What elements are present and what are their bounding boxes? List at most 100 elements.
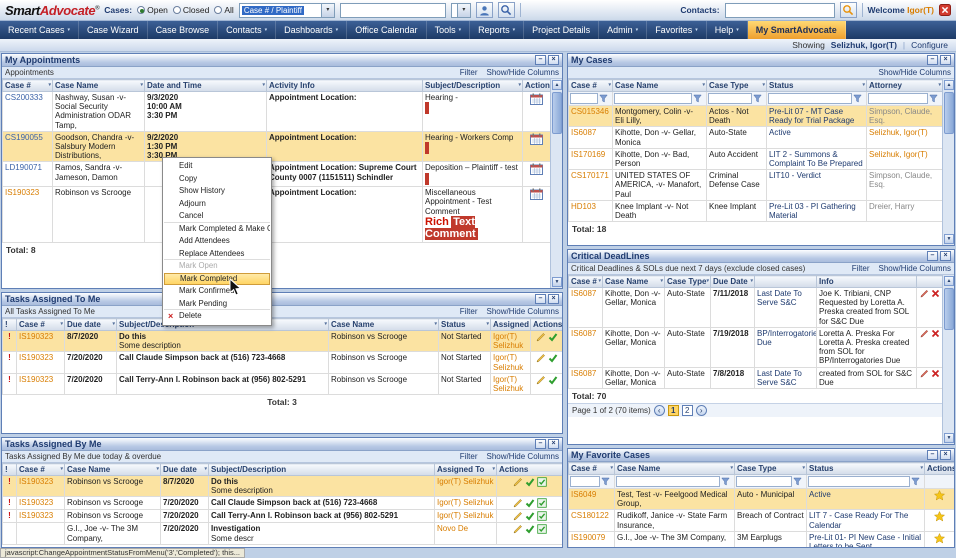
column-header-case-number[interactable]: Case #: [16, 463, 65, 476]
menu-item[interactable]: Office Calendar ▾: [347, 21, 427, 39]
appointment-row[interactable]: CS190055 Goodson, Chandra -v- Salsbury M…: [2, 130, 551, 163]
column-header-activity-info[interactable]: Activity Info: [266, 79, 423, 92]
filter-input[interactable]: [570, 476, 600, 487]
page-1-button[interactable]: 1: [667, 404, 679, 416]
search-type-select[interactable]: Case # / Plaintiff ▾: [238, 2, 335, 18]
edit-task-icon[interactable]: [513, 498, 523, 508]
favorite-star-icon[interactable]: [934, 490, 945, 501]
approve-task-icon[interactable]: [536, 511, 547, 522]
case-number-link[interactable]: CS180122: [571, 511, 609, 520]
task-row[interactable]: ! IS190323 Robinson vs Scrooge 7/20/2020…: [2, 496, 562, 511]
close-icon[interactable]: ×: [940, 450, 951, 460]
menu-item[interactable]: Case Browse ▾: [148, 21, 219, 39]
delete-deadline-icon[interactable]: [931, 369, 940, 378]
logout-icon[interactable]: [939, 4, 951, 16]
column-header-assigned[interactable]: Assigned: [490, 318, 531, 331]
prev-page-icon[interactable]: ‹: [653, 404, 665, 416]
column-header-due-date[interactable]: Due date: [64, 318, 117, 331]
showing-user-dropdown[interactable]: Selizhuk, Igor(T): [831, 40, 897, 50]
minimize-icon[interactable]: –: [535, 294, 546, 304]
minimize-icon[interactable]: –: [927, 55, 938, 65]
column-header-deadline[interactable]: [754, 275, 817, 288]
appointment-row[interactable]: CS200333 Nashway, Susan -v- Social Secur…: [2, 91, 551, 132]
showhide-columns-link[interactable]: Show/Hide Columns: [487, 307, 559, 316]
scroll-down-icon[interactable]: ▼: [944, 433, 954, 443]
appointment-row[interactable]: LD190071 Ramos, Sandra -v- Jameson, Damo…: [2, 161, 551, 188]
column-header-case-type[interactable]: Case Type: [734, 462, 807, 475]
context-menu-item[interactable]: Mark Completed: [164, 272, 270, 285]
column-header-assigned-to[interactable]: Assigned To: [434, 463, 497, 476]
case-row[interactable]: CS015346 Montgomery, Colin -v- Eli Lilly…: [568, 104, 943, 128]
filter-funnel-icon[interactable]: [911, 477, 920, 486]
edit-deadline-icon[interactable]: [920, 369, 929, 378]
showhide-columns-link[interactable]: Show/Hide Columns: [487, 452, 559, 461]
context-menu-item[interactable]: Mark Confirmed: [164, 285, 270, 298]
edit-task-icon[interactable]: [536, 332, 546, 342]
filter-link[interactable]: Filter: [852, 264, 870, 273]
column-header-action[interactable]: Action: [522, 79, 551, 92]
task-row[interactable]: ! IS190323 7/20/2020 Call Claude Simpson…: [2, 351, 562, 374]
menu-item[interactable]: My SmartAdvocate ▾: [747, 21, 846, 39]
case-number-link[interactable]: IS190323: [19, 511, 53, 520]
favorite-case-row[interactable]: IS190079 G.I., Joe -v- The 3M Company, 3…: [568, 530, 954, 547]
column-header-status[interactable]: Status: [438, 318, 491, 331]
task-row[interactable]: G.I., Joe -v- The 3M Company, 7/20/2020 …: [2, 522, 562, 545]
filter-input[interactable]: [736, 476, 792, 487]
scroll-up-icon[interactable]: ▲: [944, 80, 954, 90]
menu-item[interactable]: Reports ▾: [470, 21, 525, 39]
case-number-link[interactable]: CS200333: [5, 93, 43, 102]
column-header-actions[interactable]: Actions: [924, 462, 954, 475]
case-row[interactable]: IS170169 Kihotte, Don -v- Bad, Person Au…: [568, 147, 943, 171]
contacts-search-input[interactable]: [724, 2, 835, 18]
column-header-case-name[interactable]: Case Name: [602, 275, 665, 288]
radio-open[interactable]: Open: [137, 5, 168, 15]
complete-task-icon[interactable]: [548, 353, 558, 363]
filter-input[interactable]: [616, 476, 720, 487]
edit-task-icon[interactable]: [513, 524, 523, 534]
column-header-case-type[interactable]: Case Type: [664, 275, 711, 288]
favorite-case-row[interactable]: CS180122 Rudikoff, Janice -v- State Farm…: [568, 509, 954, 532]
column-header-case-name[interactable]: Case Name: [614, 462, 735, 475]
case-number-link[interactable]: HD103: [571, 202, 596, 211]
context-menu-item[interactable]: Mark Pending: [164, 298, 270, 310]
column-header-status[interactable]: Status: [806, 462, 925, 475]
case-number-link[interactable]: CS170171: [571, 171, 609, 180]
filter-funnel-icon[interactable]: [601, 477, 610, 486]
filter-link[interactable]: Filter: [460, 307, 478, 316]
menu-item[interactable]: Contacts ▾: [218, 21, 277, 39]
approve-task-icon[interactable]: [536, 498, 547, 509]
contact-card-icon[interactable]: [475, 2, 493, 18]
column-header-case-name[interactable]: Case Name: [52, 79, 145, 92]
context-menu-item[interactable]: Delete: [164, 310, 270, 323]
column-header-subject[interactable]: Subject/Description: [422, 79, 523, 92]
minimize-icon[interactable]: –: [927, 450, 938, 460]
context-menu-item[interactable]: Add Attendees: [164, 235, 270, 248]
column-header-case-number[interactable]: Case #: [2, 79, 53, 92]
contacts-search-icon[interactable]: [839, 2, 857, 18]
appointment-row[interactable]: IS190323 Robinson vs Scrooge Appointment…: [2, 186, 551, 243]
case-row[interactable]: HD103 Knee Implant -v- Not Death Knee Im…: [568, 199, 943, 223]
showhide-columns-link[interactable]: Show/Hide Columns: [879, 68, 951, 77]
column-header-due-date[interactable]: Due Date: [710, 275, 755, 288]
edit-task-icon[interactable]: [513, 477, 523, 487]
column-header-status[interactable]: Status: [766, 79, 867, 92]
context-menu-item[interactable]: Copy: [164, 173, 270, 186]
column-header-actions[interactable]: Actions: [530, 318, 562, 331]
column-header-case-number[interactable]: Case #: [16, 318, 65, 331]
filter-input[interactable]: [708, 93, 752, 104]
close-icon[interactable]: ×: [548, 439, 559, 449]
edit-deadline-icon[interactable]: [920, 329, 929, 338]
case-number-link[interactable]: IS190323: [19, 375, 53, 384]
calendar-icon[interactable]: [530, 188, 543, 201]
filter-funnel-icon[interactable]: [929, 94, 938, 103]
minimize-icon[interactable]: –: [535, 55, 546, 65]
case-number-link[interactable]: IS6087: [571, 369, 596, 378]
case-number-link[interactable]: IS170169: [571, 150, 605, 159]
configure-link[interactable]: Configure: [911, 40, 948, 50]
case-search-input[interactable]: [339, 2, 446, 18]
case-number-link[interactable]: IS6049: [571, 490, 596, 499]
menu-item[interactable]: Case Wizard ▾: [79, 21, 148, 39]
filter-funnel-icon[interactable]: [853, 94, 862, 103]
delete-deadline-icon[interactable]: [931, 329, 940, 338]
menu-item[interactable]: Admin ▾: [599, 21, 648, 39]
